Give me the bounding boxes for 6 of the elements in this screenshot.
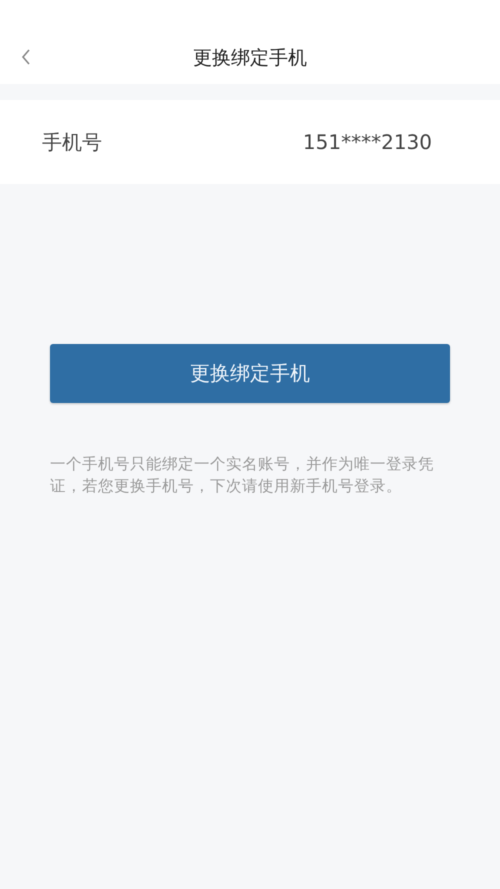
notice-text: 一个手机号只能绑定一个实名账号，并作为唯一登录凭证，若您更换手机号，下次请使用新手机号登录。 (50, 454, 435, 497)
phone-number: 151****2130 (302, 130, 432, 154)
page-title: 更换绑定手机 (193, 46, 307, 71)
field-label: 手机号 (42, 128, 102, 156)
change-phone-button[interactable]: 更换绑定手机 (50, 344, 450, 403)
back-icon (21, 49, 31, 65)
